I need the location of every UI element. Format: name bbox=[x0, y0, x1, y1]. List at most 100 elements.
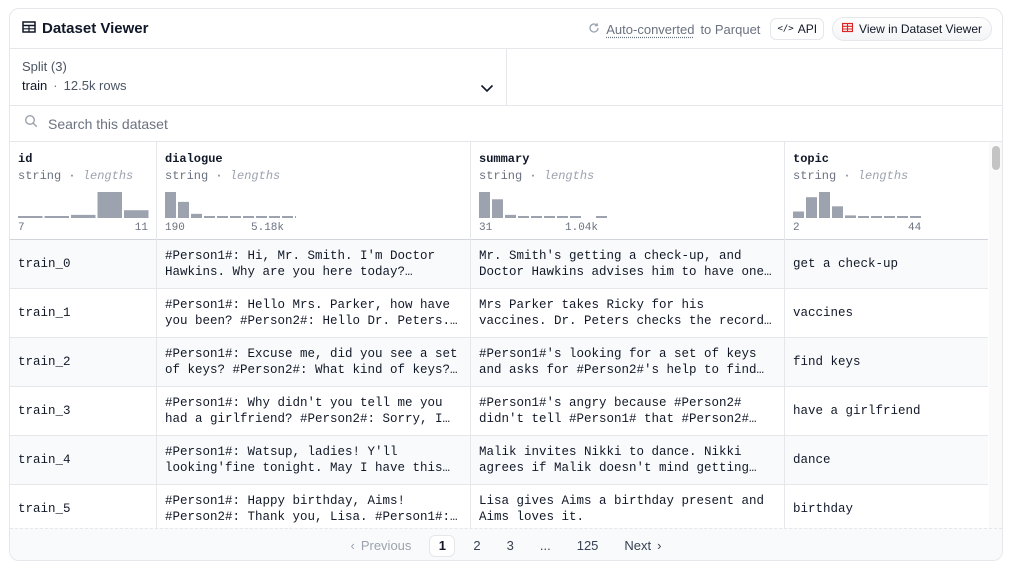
histogram-bar[interactable] bbox=[165, 192, 176, 218]
cell-id[interactable]: train_2 bbox=[10, 338, 157, 386]
cell-dialogue[interactable]: #Person1#: Hi, Mr. Smith. I'm Doctor Haw… bbox=[157, 240, 471, 288]
histogram-bar[interactable] bbox=[596, 216, 607, 218]
table-row[interactable]: train_0 #Person1#: Hi, Mr. Smith. I'm Doc… bbox=[10, 240, 988, 289]
histogram-bar[interactable] bbox=[505, 214, 516, 218]
histogram-bar[interactable] bbox=[858, 216, 869, 218]
cell-id[interactable]: train_4 bbox=[10, 436, 157, 484]
histogram-min: 190 bbox=[165, 222, 185, 234]
histogram-bar[interactable] bbox=[295, 216, 296, 218]
cell-text: vaccines bbox=[793, 306, 854, 320]
histogram-bar[interactable] bbox=[243, 216, 254, 218]
cell-dialogue[interactable]: #Person1#: Happy birthday, Aims! #Person… bbox=[157, 485, 471, 528]
histogram-bar[interactable] bbox=[191, 213, 202, 218]
next-page-button[interactable]: Next › bbox=[616, 535, 669, 557]
page-button[interactable]: 125 bbox=[569, 535, 607, 557]
histogram-bar[interactable] bbox=[819, 192, 830, 218]
histogram-bar[interactable] bbox=[18, 216, 43, 218]
table-header: id string · lengths 7 11 dialogue string … bbox=[10, 142, 988, 240]
histogram-bar[interactable] bbox=[570, 216, 581, 218]
cell-dialogue[interactable]: #Person1#: Why didn't you tell me you ha… bbox=[157, 387, 471, 435]
table-row[interactable]: train_2 #Person1#: Excuse me, did you see… bbox=[10, 338, 988, 387]
histogram-bar[interactable] bbox=[124, 210, 149, 218]
histogram-bar[interactable] bbox=[178, 201, 189, 218]
cell-id[interactable]: train_3 bbox=[10, 387, 157, 435]
histogram-bar[interactable] bbox=[492, 199, 503, 218]
histogram-bar[interactable] bbox=[230, 216, 241, 218]
column-type: string bbox=[18, 169, 62, 183]
histogram-bar[interactable] bbox=[832, 206, 843, 218]
scrollbar-thumb[interactable] bbox=[992, 146, 1000, 170]
refresh-icon bbox=[588, 22, 600, 37]
column-type: string bbox=[165, 169, 209, 183]
cell-summary[interactable]: Mrs Parker takes Ricky for his vaccines.… bbox=[471, 289, 785, 337]
histogram-bar[interactable] bbox=[71, 214, 96, 218]
cell-summary[interactable]: #Person1#'s looking for a set of keys an… bbox=[471, 338, 785, 386]
histogram-bar[interactable] bbox=[871, 216, 882, 218]
cell-summary[interactable]: Malik invites Nikki to dance. Nikki agre… bbox=[471, 436, 785, 484]
histogram-bar[interactable] bbox=[884, 216, 895, 218]
histogram-max: 1.04k bbox=[565, 222, 599, 234]
viewer-title-text: Dataset Viewer bbox=[42, 20, 149, 37]
page-button[interactable]: 1 bbox=[429, 534, 456, 557]
column-header-dialogue[interactable]: dialogue string · lengths 190 5.18k bbox=[157, 142, 471, 240]
split-select[interactable]: Split (3) train · 12.5k rows bbox=[10, 49, 507, 106]
api-button[interactable]: </> API bbox=[770, 18, 825, 40]
column-header-topic[interactable]: topic string · lengths 2 44 bbox=[785, 142, 988, 240]
histogram-bar[interactable] bbox=[44, 216, 70, 218]
table-row[interactable]: train_1 #Person1#: Hello Mrs. Parker, how… bbox=[10, 289, 988, 338]
page-button[interactable]: 2 bbox=[465, 535, 488, 557]
cell-id[interactable]: train_1 bbox=[10, 289, 157, 337]
cell-summary[interactable]: Lisa gives Aims a birthday present and A… bbox=[471, 485, 785, 528]
table-row[interactable]: train_3 #Person1#: Why didn't you tell me… bbox=[10, 387, 988, 436]
cell-id[interactable]: train_5 bbox=[10, 485, 157, 528]
cell-id[interactable]: train_0 bbox=[10, 240, 157, 288]
histogram-bar[interactable] bbox=[806, 197, 817, 218]
split-row-count: 12.5k rows bbox=[63, 78, 127, 93]
column-stat: lengths bbox=[229, 169, 281, 183]
cell-text: #Person1#'s looking for a set of keys an… bbox=[479, 347, 757, 377]
previous-page-button[interactable]: ‹ Previous bbox=[342, 535, 419, 557]
page-button[interactable]: 3 bbox=[499, 535, 522, 557]
histogram-bar[interactable] bbox=[897, 216, 908, 218]
column-type: string bbox=[793, 169, 837, 183]
table-scrollbar[interactable] bbox=[989, 142, 1002, 528]
cell-topic[interactable]: dance bbox=[785, 436, 988, 484]
histogram-bar[interactable] bbox=[518, 216, 529, 218]
cell-topic[interactable]: vaccines bbox=[785, 289, 988, 337]
column-header-id[interactable]: id string · lengths 7 11 bbox=[10, 142, 157, 240]
view-in-dataset-viewer-button[interactable]: View in Dataset Viewer bbox=[832, 17, 992, 41]
table-row[interactable]: train_5 #Person1#: Happy birthday, Aims! … bbox=[10, 485, 988, 528]
next-label: Next bbox=[624, 538, 652, 553]
histogram-bar[interactable] bbox=[479, 192, 490, 218]
cell-topic[interactable]: get a check-up bbox=[785, 240, 988, 288]
column-header-summary[interactable]: summary string · lengths 31 1.04k bbox=[471, 142, 785, 240]
cell-summary[interactable]: #Person1#'s angry because #Person2# didn… bbox=[471, 387, 785, 435]
histogram-bar[interactable] bbox=[845, 215, 856, 218]
histogram-bar[interactable] bbox=[217, 216, 228, 218]
chevron-down-icon[interactable] bbox=[480, 80, 494, 98]
histogram-bar[interactable] bbox=[557, 216, 568, 218]
histogram-bar[interactable] bbox=[97, 192, 123, 218]
histogram-bar[interactable] bbox=[256, 216, 267, 218]
cell-text: train_4 bbox=[18, 453, 71, 467]
histogram-bar[interactable] bbox=[544, 216, 555, 218]
histogram-bar[interactable] bbox=[531, 216, 542, 218]
histogram-bar[interactable] bbox=[204, 216, 215, 218]
pagination: ‹ Previous 1 2 3 ... 125 Next › bbox=[10, 528, 1002, 560]
cell-topic[interactable]: find keys bbox=[785, 338, 988, 386]
histogram-max: 11 bbox=[134, 222, 148, 234]
auto-converted-link[interactable]: Auto-converted bbox=[606, 22, 694, 37]
histogram-bar[interactable] bbox=[793, 211, 804, 219]
histogram-bar[interactable] bbox=[269, 216, 280, 218]
table-row[interactable]: train_4 #Person1#: Watsup, ladies! Y'll l… bbox=[10, 436, 988, 485]
search-input[interactable] bbox=[48, 115, 448, 132]
cell-text: have a girlfriend bbox=[793, 404, 921, 418]
cell-dialogue[interactable]: #Person1#: Excuse me, did you see a set … bbox=[157, 338, 471, 386]
histogram-bar[interactable] bbox=[282, 216, 293, 218]
cell-topic[interactable]: birthday bbox=[785, 485, 988, 528]
cell-topic[interactable]: have a girlfriend bbox=[785, 387, 988, 435]
cell-dialogue[interactable]: #Person1#: Watsup, ladies! Y'll looking'… bbox=[157, 436, 471, 484]
cell-dialogue[interactable]: #Person1#: Hello Mrs. Parker, how have y… bbox=[157, 289, 471, 337]
cell-summary[interactable]: Mr. Smith's getting a check-up, and Doct… bbox=[471, 240, 785, 288]
histogram-bar[interactable] bbox=[910, 216, 921, 218]
